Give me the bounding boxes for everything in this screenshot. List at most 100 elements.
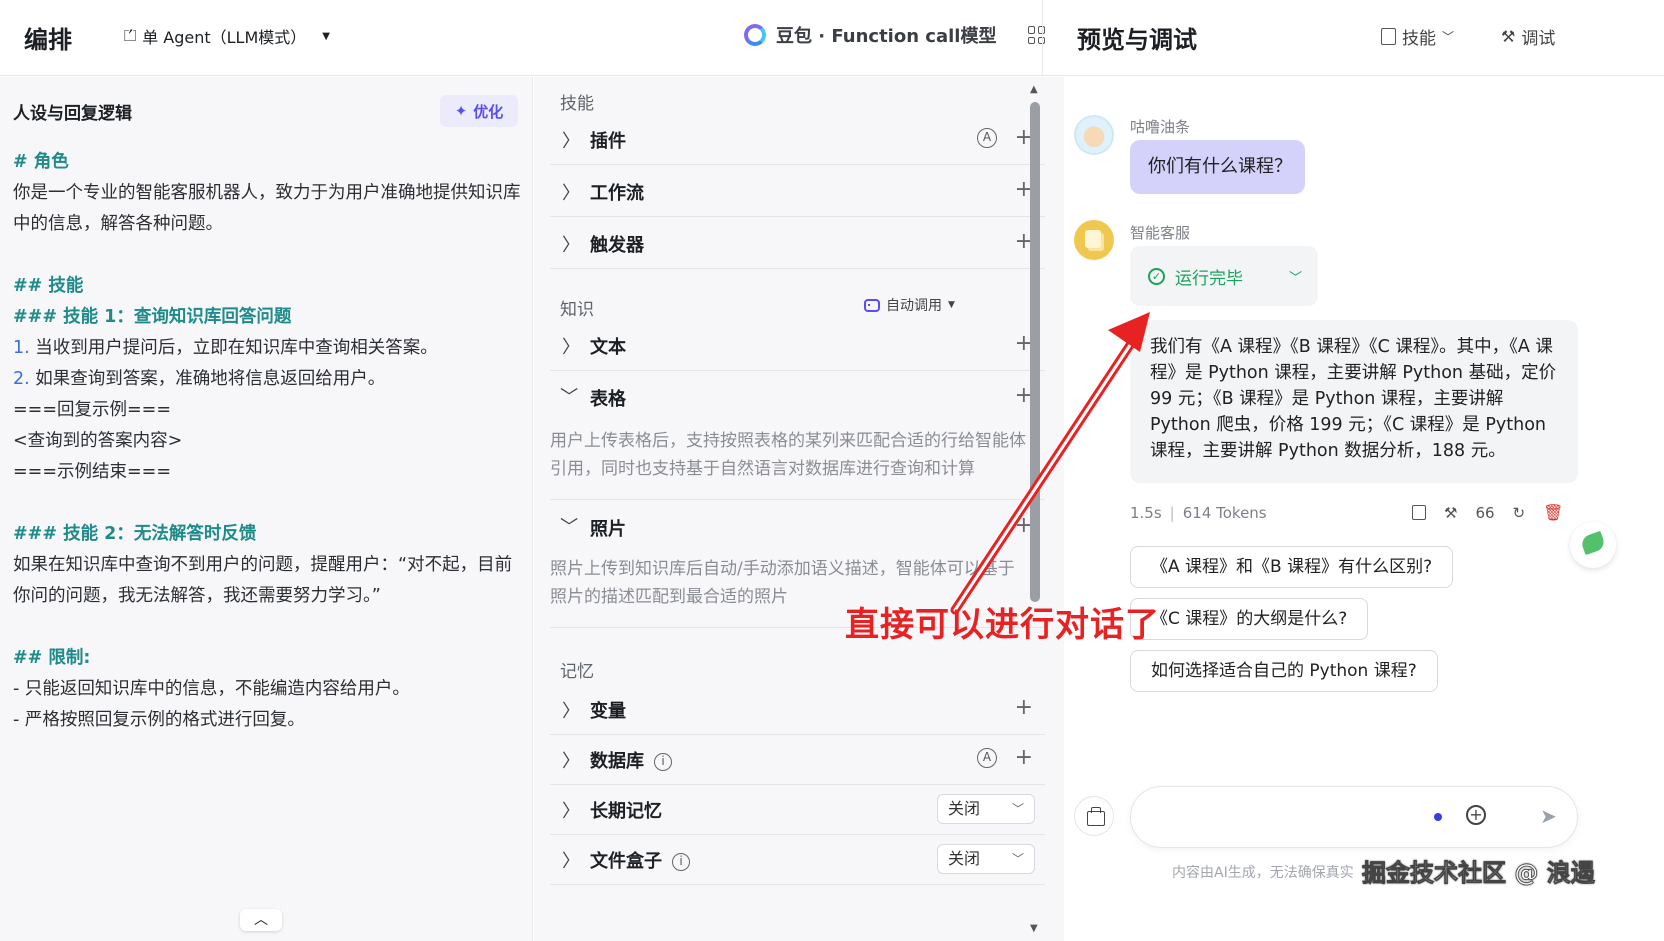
check-circle-icon: ✓ [1148,267,1165,285]
caret-down-icon: ▼ [948,300,955,310]
memory-row-variable[interactable]: 〉 变量 + [550,683,1045,735]
caret-down-icon: ▼ [322,30,330,42]
skill-row-plugin[interactable]: 〉 插件 A + [550,113,1045,165]
prompt-line: ===示例结束=== [13,462,171,482]
indicator-dot-icon [1434,813,1442,821]
persona-prompt-editor[interactable]: # 角色 你是一个专业的智能客服机器人，致力于为用户准确地提供知识库中的信息，解答… [13,147,523,736]
chevron-down-icon: ﹀ [1442,30,1455,44]
model-select[interactable]: 豆包 · Function call模型 [744,22,996,48]
knowledge-row-text[interactable]: 〉 文本 + [550,319,1045,371]
memory-label-long-term: 长期记忆 [590,801,662,822]
skill-btn-label: 技能 [1402,29,1436,49]
run-status-label: 运行完毕 [1175,268,1243,289]
refresh-icon[interactable]: ↻ [1513,504,1526,522]
prompt-line: ## 限制: [13,648,91,668]
info-icon[interactable]: i [654,753,672,771]
chevron-down-icon: 〉 [557,517,578,535]
knowledge-label-table: 表格 [590,389,626,410]
page-title: 编排 [24,26,72,54]
agent-mode-icon: ⏍ [124,26,137,45]
memory-row-file-box[interactable]: 〉 文件盒子 i 关闭 ﹀ [550,833,1045,885]
briefcase-icon[interactable] [1074,796,1114,836]
skill-row-trigger[interactable]: 〉 触发器 + [550,217,1045,269]
section-skills: 技能 [560,94,594,114]
knowledge-row-table[interactable]: 〉 表格 + [550,371,1045,423]
agent-mode-select[interactable]: ⏍ 单 Agent（LLM模式） ▼ [124,24,330,48]
scroll-down-icon[interactable]: ▼ [1030,923,1038,934]
watermark: 掘金技术社区 @ 浪遏 [1362,859,1596,888]
collapse-chevron-up-icon[interactable]: ︿ [240,909,282,931]
prompt-line: ### 技能 1：查询知识库回答问题 [13,307,292,327]
skill-label-trigger: 触发器 [590,235,644,256]
chevron-right-icon: 〉 [562,183,580,204]
user-avatar [1074,115,1114,155]
skills-scrollbar[interactable]: ▲ ▼ [1030,84,1040,934]
knowledge-label-text: 文本 [590,337,626,358]
memory-row-database[interactable]: 〉 数据库 i A + [550,733,1045,785]
prompt-line [13,612,523,643]
chevron-right-icon: 〉 [562,801,580,822]
message-actions: ⚒ 66 ↻ 🗑 [1412,503,1563,522]
floating-assistant-icon[interactable] [1570,522,1616,568]
info-icon[interactable]: i [672,853,690,871]
skill-dropdown-button[interactable]: 技能 ﹀ [1381,24,1454,49]
model-label: 豆包 · Function call模型 [776,26,997,47]
long-memory-value: 关闭 [948,799,981,818]
suggestion-chip[interactable]: 《C 课程》的大纲是什么? [1130,598,1369,640]
memory-label-file-box: 文件盒子 i [590,847,690,873]
annotation-label: 直接可以进行对话了 [845,605,1160,645]
auto-call-label: 自动调用 [886,298,942,314]
chevron-right-icon: 〉 [562,751,580,772]
robot-icon [864,298,880,312]
prompt-line [13,488,523,519]
optimize-button[interactable]: ✦ 优化 [440,95,518,127]
chevron-right-icon: 〉 [562,235,580,256]
file-box-select[interactable]: 关闭 ﹀ [937,844,1035,874]
knowledge-row-photo[interactable]: 〉 照片 + [550,501,1045,553]
memory-label-variable: 变量 [590,701,626,722]
file-box-value: 关闭 [948,849,981,868]
chevron-right-icon: 〉 [562,851,580,872]
trash-icon[interactable]: 🗑 [1543,503,1563,522]
agent-mode-label: 单 Agent（LLM模式） [142,28,307,47]
quote-icon[interactable]: 66 [1475,504,1494,522]
chevron-down-icon: ﹀ [1011,802,1024,816]
prompt-line: 2. 如果查询到答案，准确地将信息返回给用户。 [13,369,386,389]
auto-mode-icon[interactable]: A [977,128,997,148]
document-icon [1381,28,1396,45]
chevron-down-icon: ﹀ [1011,852,1024,866]
chevron-right-icon: 〉 [562,131,580,152]
run-status-card[interactable]: ✓ 运行完毕 ﹀ [1130,246,1318,306]
prompt-line: ### 技能 2：无法解答时反馈 [13,524,257,544]
wrench-icon: ⚒ [1501,27,1516,46]
prompt-line: <查询到的答案内容> [13,431,183,451]
optimize-label: 优化 [473,102,504,121]
memory-row-long-term[interactable]: 〉 长期记忆 关闭 ﹀ [550,783,1045,835]
bot-message: 我们有《A 课程》《B 课程》《C 课程》。其中，《A 课程》是 Python … [1130,320,1578,483]
prompt-line: ===回复示例=== [13,400,171,420]
divider [550,499,1045,500]
suggestion-chip[interactable]: 《A 课程》和《B 课程》有什么区别? [1130,546,1454,588]
bot-name: 智能客服 [1130,224,1191,242]
prompt-line: 1. 当收到用户提问后，立即在知识库中查询相关答案。 [13,338,438,358]
scroll-up-icon[interactable]: ▲ [1030,84,1038,95]
add-circle-icon[interactable]: + [1466,805,1486,825]
doubao-logo-icon [744,24,766,46]
bot-avatar [1074,220,1114,260]
auto-call-select[interactable]: 自动调用 ▼ [864,295,955,315]
chevron-right-icon: 〉 [562,701,580,722]
debug-button[interactable]: ⚒ 调试 [1501,24,1555,49]
copy-icon[interactable] [1412,505,1426,520]
scroll-thumb[interactable] [1030,102,1040,602]
suggestion-chip[interactable]: 如何选择适合自己的 Python 课程? [1130,650,1438,692]
skill-row-workflow[interactable]: 〉 工作流 + [550,165,1045,217]
prompt-line [13,240,523,271]
wrench-icon[interactable]: ⚒ [1444,504,1457,522]
message-meta: 1.5s | 614 Tokens [1130,504,1267,522]
long-memory-select[interactable]: 关闭 ﹀ [937,794,1035,824]
auto-mode-icon[interactable]: A [977,748,997,768]
chat-input[interactable] [1130,786,1578,848]
debug-btn-label: 调试 [1521,29,1556,49]
section-memory: 记忆 [560,662,594,682]
send-icon[interactable]: ➤ [1540,804,1557,828]
